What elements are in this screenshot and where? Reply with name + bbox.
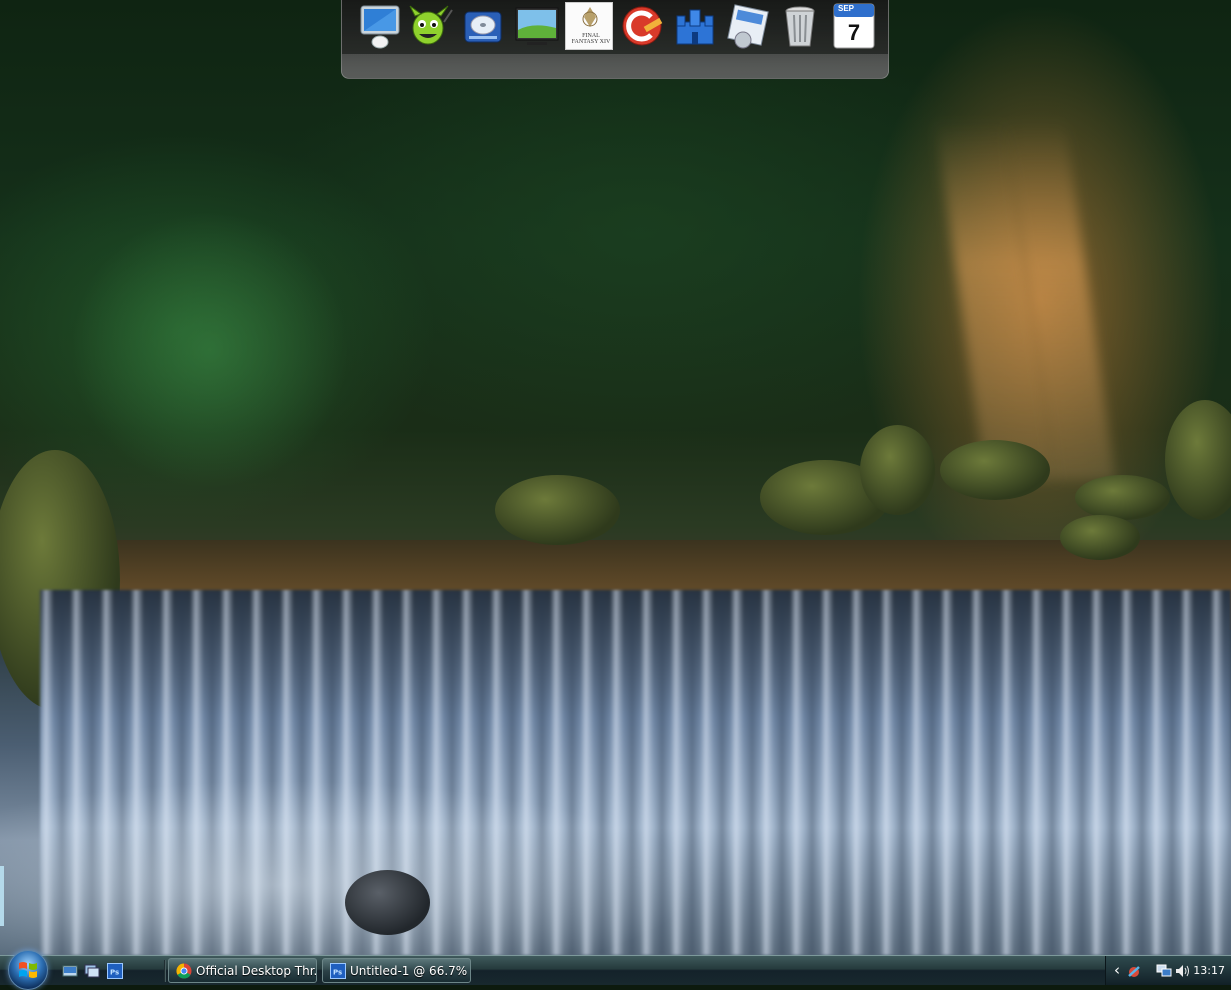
hard-drive-icon[interactable]	[459, 2, 507, 50]
system-clock[interactable]: 13:17	[1193, 964, 1225, 977]
taskbar-button-chrome[interactable]: Official Desktop Thr...	[168, 958, 317, 983]
blue-castle-icon[interactable]	[671, 2, 719, 50]
green-monster-icon[interactable]	[406, 2, 454, 50]
fern-foliage	[60, 200, 360, 500]
mossy-rock	[1165, 400, 1231, 520]
app-dock: FINAL FANTASY XIV SEP 7	[341, 0, 889, 79]
tray-tool-icon[interactable]	[1126, 963, 1142, 979]
windows-logo-icon	[19, 962, 37, 978]
photoshop-icon: Ps	[330, 962, 346, 979]
final-fantasy-label: FINAL FANTASY XIV	[571, 33, 611, 45]
system-tray: ‹ 13:17	[1105, 956, 1231, 985]
mossy-rock	[860, 425, 935, 515]
desktop-landscape-icon[interactable]	[513, 2, 561, 50]
offscreen-window-edge	[0, 866, 4, 926]
computer-monitor-icon[interactable]	[356, 2, 404, 50]
calendar-icon[interactable]: SEP 7	[830, 2, 878, 50]
taskbar: Ps Official Desktop Thr... Ps Untitled-1…	[0, 950, 1231, 990]
mossy-rock	[1075, 475, 1170, 520]
final-fantasy-icon[interactable]: FINAL FANTASY XIV	[565, 2, 613, 50]
control-panel-icon[interactable]	[723, 2, 771, 50]
calendar-day: 7	[847, 20, 861, 45]
show-hidden-icons-chevron[interactable]: ‹	[1114, 961, 1120, 979]
chrome-icon	[176, 963, 192, 979]
taskbar-button-label: Official Desktop Thr...	[196, 963, 317, 978]
quicklaunch-divider	[164, 960, 166, 982]
mossy-rock	[1060, 515, 1140, 560]
svg-text:Ps: Ps	[110, 969, 119, 977]
mossy-rock	[940, 440, 1050, 500]
waterfall-mist	[0, 780, 700, 955]
desktop-wallpaper	[0, 0, 1231, 955]
volume-icon[interactable]	[1174, 963, 1190, 979]
ccleaner-icon[interactable]	[618, 2, 666, 50]
taskbar-button-label: Untitled-1 @ 66.7% ...	[350, 963, 471, 978]
trash-can-icon[interactable]	[776, 2, 824, 50]
start-button[interactable]	[8, 950, 48, 990]
photoshop-icon[interactable]: Ps	[107, 963, 123, 979]
calendar-month: SEP	[838, 4, 855, 13]
svg-text:Ps: Ps	[333, 968, 342, 976]
show-desktop-icon[interactable]	[62, 963, 78, 979]
network-icon[interactable]	[1156, 963, 1172, 979]
taskbar-button-photoshop[interactable]: Ps Untitled-1 @ 66.7% ...	[322, 958, 471, 983]
switch-windows-icon[interactable]	[84, 963, 100, 979]
dock-shelf	[342, 54, 888, 78]
mossy-rock	[495, 475, 620, 545]
river-rock	[345, 870, 430, 935]
